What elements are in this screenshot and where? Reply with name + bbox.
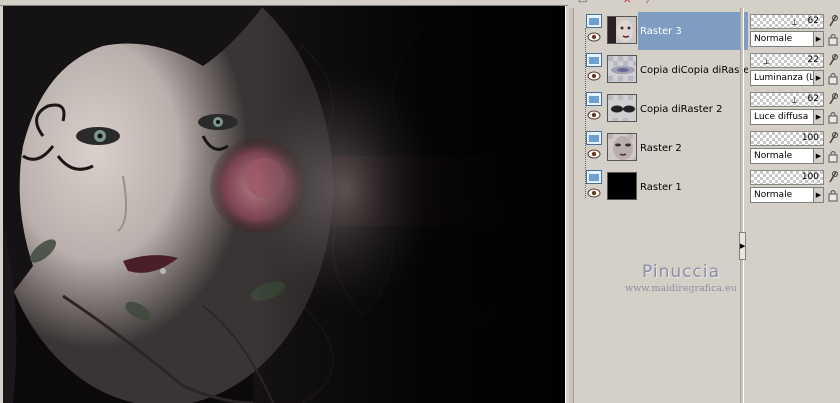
slider-handle-icon[interactable]: ⊥ bbox=[763, 56, 771, 68]
layer-row[interactable]: Raster 1 bbox=[586, 168, 744, 206]
blend-mode-select[interactable]: Luminanza (L) ▶ bbox=[750, 70, 824, 86]
layers-toolbar: ▭ ✕ ⁄ bbox=[568, 0, 840, 8]
layer-properties-column: ⊥ 62 Normale ▶ ⊥ 22 Luminanza (L) ▶ ⊥ 62… bbox=[747, 8, 840, 403]
layer-name[interactable]: Copia diCopia diRaster bbox=[638, 51, 748, 89]
visibility-eye-icon[interactable] bbox=[587, 70, 601, 82]
layer-name[interactable]: Raster 1 bbox=[638, 168, 748, 206]
link-icon[interactable] bbox=[827, 170, 839, 184]
dropdown-arrow-icon[interactable]: ▶ bbox=[813, 32, 823, 46]
blend-mode-label: Normale bbox=[754, 190, 793, 200]
layer-thumbnail bbox=[607, 133, 637, 161]
opacity-value: 100 bbox=[801, 133, 819, 143]
opacity-value: 62 bbox=[807, 94, 819, 104]
lock-icon[interactable] bbox=[827, 71, 839, 85]
layer-name[interactable]: Raster 2 bbox=[638, 129, 748, 167]
blend-mode-select[interactable]: Luce diffusa ▶ bbox=[750, 109, 824, 125]
raster-layer-icon bbox=[586, 170, 602, 184]
dropdown-arrow-icon[interactable]: ▶ bbox=[813, 149, 823, 163]
opacity-slider[interactable]: ⊥ 22 bbox=[750, 53, 824, 68]
blend-mode-select[interactable]: Normale ▶ bbox=[750, 31, 824, 47]
dropdown-arrow-icon[interactable]: ▶ bbox=[813, 188, 823, 202]
canvas-frame bbox=[0, 0, 568, 403]
palette-left-scrollbar[interactable] bbox=[569, 8, 574, 403]
visibility-eye-icon[interactable] bbox=[587, 148, 601, 160]
opacity-value: 100 bbox=[801, 172, 819, 182]
layer-properties-row: ⊥ 62 Luce diffusa ▶ bbox=[747, 90, 840, 128]
watermark-name: Pinuccia bbox=[642, 262, 720, 282]
raster-layer-icon bbox=[586, 92, 602, 106]
layer-row[interactable]: Copia diRaster 2 bbox=[586, 90, 744, 128]
author-watermark: Pinuccia www.maidiregrafica.eu bbox=[616, 262, 746, 294]
blend-mode-label: Luminanza (L) bbox=[754, 73, 818, 83]
delete-layer-icon[interactable]: ✕ bbox=[623, 0, 635, 6]
visibility-eye-icon[interactable] bbox=[587, 31, 601, 43]
blend-mode-select[interactable]: Normale ▶ bbox=[750, 148, 824, 164]
panel-splitter[interactable] bbox=[740, 8, 744, 403]
opacity-value: 62 bbox=[807, 16, 819, 26]
visibility-eye-icon[interactable] bbox=[587, 187, 601, 199]
layer-properties-row: ⊥ 22 Luminanza (L) ▶ bbox=[747, 51, 840, 89]
opacity-slider[interactable]: 100 bbox=[750, 170, 824, 185]
layer-row[interactable]: Raster 2 bbox=[586, 129, 744, 167]
layer-properties-row: 100 Normale ▶ bbox=[747, 168, 840, 206]
blend-mode-label: Normale bbox=[754, 151, 793, 161]
opacity-slider[interactable]: 100 bbox=[750, 131, 824, 146]
link-icon[interactable] bbox=[827, 53, 839, 67]
raster-layer-icon bbox=[586, 53, 602, 67]
dropdown-arrow-icon[interactable]: ▶ bbox=[813, 110, 823, 124]
link-icon[interactable] bbox=[827, 92, 839, 106]
layer-row[interactable]: Copia diCopia diRaster bbox=[586, 51, 748, 89]
opacity-slider[interactable]: ⊥ 62 bbox=[750, 92, 824, 107]
lock-icon[interactable] bbox=[827, 110, 839, 124]
opacity-slider[interactable]: ⊥ 62 bbox=[750, 14, 824, 29]
link-icon[interactable] bbox=[827, 131, 839, 145]
layer-properties-row: 100 Normale ▶ bbox=[747, 129, 840, 167]
artwork-canvas[interactable] bbox=[3, 6, 565, 403]
layers-tree: Raster 3 Copia diCopia diRaster Copia di… bbox=[576, 8, 748, 403]
lock-icon[interactable] bbox=[827, 149, 839, 163]
slider-handle-icon[interactable]: ⊥ bbox=[791, 17, 799, 29]
blend-mode-label: Luce diffusa bbox=[754, 112, 809, 122]
layer-thumbnail bbox=[607, 16, 637, 44]
layer-properties-row: ⊥ 62 Normale ▶ bbox=[747, 12, 840, 50]
link-icon[interactable] bbox=[827, 14, 839, 28]
layer-thumbnail bbox=[607, 94, 637, 122]
blend-mode-select[interactable]: Normale ▶ bbox=[750, 187, 824, 203]
collapse-arrow-icon[interactable]: ▶ bbox=[739, 232, 746, 260]
layer-row[interactable]: Raster 3 bbox=[586, 12, 748, 50]
layers-palette: ▭ ✕ ⁄ Raster 3 Copia diCopia diRaster Co… bbox=[568, 0, 840, 403]
artwork-image bbox=[3, 6, 565, 403]
layer-thumbnail bbox=[607, 55, 637, 83]
lock-icon[interactable] bbox=[827, 188, 839, 202]
new-layer-icon[interactable]: ▭ bbox=[578, 0, 590, 6]
lock-icon[interactable] bbox=[827, 32, 839, 46]
watermark-url: www.maidiregrafica.eu bbox=[625, 283, 737, 294]
slider-handle-icon[interactable]: ⊥ bbox=[791, 95, 799, 107]
app-window: ▭ ✕ ⁄ Raster 3 Copia diCopia diRaster Co… bbox=[0, 0, 840, 403]
dropdown-arrow-icon[interactable]: ▶ bbox=[813, 71, 823, 85]
raster-layer-icon bbox=[586, 14, 602, 28]
raster-layer-icon bbox=[586, 131, 602, 145]
visibility-eye-icon[interactable] bbox=[587, 109, 601, 121]
layer-name[interactable]: Copia diRaster 2 bbox=[638, 90, 748, 128]
opacity-value: 22 bbox=[807, 55, 819, 65]
brush-icon[interactable]: ⁄ bbox=[648, 0, 660, 6]
layer-name[interactable]: Raster 3 bbox=[638, 12, 748, 50]
blend-mode-label: Normale bbox=[754, 34, 793, 44]
layer-thumbnail bbox=[607, 172, 637, 200]
